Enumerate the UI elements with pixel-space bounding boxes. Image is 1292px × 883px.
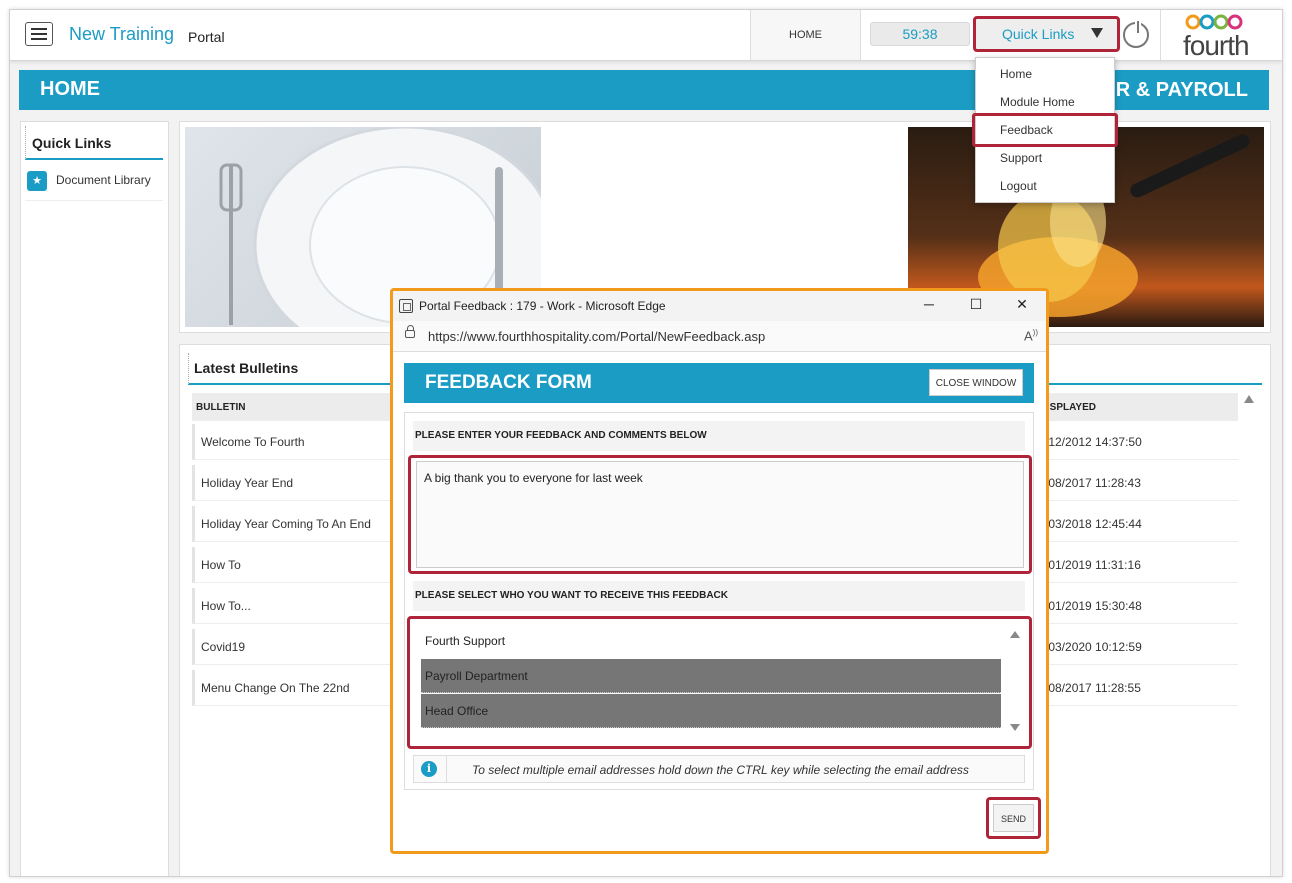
bulletin-date: /03/2018 12:45:44 xyxy=(1045,517,1142,531)
send-button[interactable]: SEND xyxy=(993,804,1034,832)
menu-icon[interactable] xyxy=(25,22,53,46)
bulletin-name: Menu Change On The 22nd xyxy=(201,681,350,695)
menu-item-module-home[interactable]: Module Home xyxy=(976,88,1114,116)
caret-down-icon xyxy=(1091,28,1103,38)
bulletin-name: How To... xyxy=(201,599,251,613)
bulletin-date: /08/2017 11:28:43 xyxy=(1045,476,1141,490)
sidebar: Quick Links ★ Document Library xyxy=(20,121,169,876)
close-window-button[interactable]: CLOSE WINDOW xyxy=(929,369,1023,396)
module-title: HR & PAYROLL xyxy=(1101,79,1248,101)
page-title: HOME xyxy=(40,78,100,100)
popup-title-bar: Portal Feedback : 179 - Work - Microsoft… xyxy=(393,291,1046,321)
address-bar[interactable]: https://www.fourthhospitality.com/Portal… xyxy=(393,321,1046,352)
send-button-highlight: SEND xyxy=(986,797,1041,839)
power-icon[interactable] xyxy=(1123,21,1149,48)
app-subtitle: Portal xyxy=(188,29,225,45)
recipient-option-head-office[interactable]: Head Office xyxy=(421,694,1001,728)
bulletin-date: /03/2020 10:12:59 xyxy=(1045,640,1142,654)
bulletin-name: How To xyxy=(201,558,241,572)
feedback-textarea-highlight: A big thank you to everyone for last wee… xyxy=(408,455,1032,574)
recipient-option-payroll-department[interactable]: Payroll Department xyxy=(421,659,1001,693)
sidebar-item-document-library[interactable]: ★ Document Library xyxy=(25,168,163,201)
menu-item-feedback[interactable]: Feedback xyxy=(972,113,1118,147)
listbox-scroll-down-icon[interactable] xyxy=(1010,724,1020,731)
recipient-label: PLEASE SELECT WHO YOU WANT TO RECEIVE TH… xyxy=(413,581,1025,611)
close-icon[interactable]: ✕ xyxy=(1012,296,1032,313)
bulletin-name: Holiday Year Coming To An End xyxy=(201,517,371,531)
browser-tab-icon xyxy=(399,299,413,313)
quick-links-button[interactable]: Quick Links xyxy=(973,16,1120,52)
feedback-label: PLEASE ENTER YOUR FEEDBACK AND COMMENTS … xyxy=(413,421,1025,451)
multi-select-hint: i To select multiple email addresses hol… xyxy=(413,755,1025,783)
bulletin-name: Holiday Year End xyxy=(201,476,294,490)
popup-window-title: Portal Feedback : 179 - Work - Microsoft… xyxy=(419,299,666,313)
menu-item-home[interactable]: Home xyxy=(976,60,1114,88)
bulletin-name: Covid19 xyxy=(201,640,246,654)
hint-text: To select multiple email addresses hold … xyxy=(472,763,969,777)
nav-home-link[interactable]: HOME xyxy=(750,10,861,60)
read-aloud-icon[interactable]: A)) xyxy=(1024,328,1038,343)
menu-item-logout[interactable]: Logout xyxy=(976,172,1114,200)
quick-links-label: Quick Links xyxy=(1002,26,1075,42)
feedback-form-title: FEEDBACK FORM xyxy=(425,372,592,393)
logo-wordmark: fourth xyxy=(1183,30,1250,61)
minimize-icon[interactable]: ─ xyxy=(919,296,939,312)
lock-icon xyxy=(405,325,415,338)
scroll-up-icon[interactable] xyxy=(1244,395,1254,403)
maximize-icon[interactable]: ☐ xyxy=(966,296,986,313)
fourth-logo: fourth xyxy=(1160,10,1282,61)
app-title: New Training xyxy=(69,24,175,44)
sidebar-item-label: Document Library xyxy=(56,173,151,187)
top-bar: New Training Portal HOME 59:38 Quick Lin… xyxy=(10,10,1282,61)
bulletin-date: /08/2017 11:28:55 xyxy=(1045,681,1141,695)
session-timer: 59:38 xyxy=(870,22,970,46)
star-badge-icon: ★ xyxy=(27,171,47,191)
menu-item-support[interactable]: Support xyxy=(976,144,1114,172)
column-header-bulletin[interactable]: BULLETIN xyxy=(196,402,245,413)
bulletin-date: /01/2019 11:31:16 xyxy=(1045,558,1141,572)
listbox-scroll-up-icon[interactable] xyxy=(1010,631,1020,638)
quick-links-menu: Home Module Home Feedback Support Logout xyxy=(972,57,1118,203)
info-icon: i xyxy=(421,761,437,777)
bulletin-date: /01/2019 15:30:48 xyxy=(1045,599,1142,613)
feedback-form-header: FEEDBACK FORM CLOSE WINDOW xyxy=(404,363,1034,403)
feedback-textarea[interactable]: A big thank you to everyone for last wee… xyxy=(416,461,1024,568)
feedback-form: PLEASE ENTER YOUR FEEDBACK AND COMMENTS … xyxy=(404,412,1034,790)
bulletin-name: Welcome To Fourth xyxy=(201,435,305,449)
recipient-option-fourth-support[interactable]: Fourth Support xyxy=(421,624,1001,658)
address-url: https://www.fourthhospitality.com/Portal… xyxy=(428,329,766,344)
logo-rings-icon xyxy=(1185,14,1243,30)
sidebar-title: Quick Links xyxy=(25,126,163,160)
feedback-popup-window: Portal Feedback : 179 - Work - Microsoft… xyxy=(390,288,1049,854)
recipient-listbox[interactable]: Fourth Support Payroll Department Head O… xyxy=(407,616,1032,749)
bulletin-date: /12/2012 14:37:50 xyxy=(1045,435,1142,449)
